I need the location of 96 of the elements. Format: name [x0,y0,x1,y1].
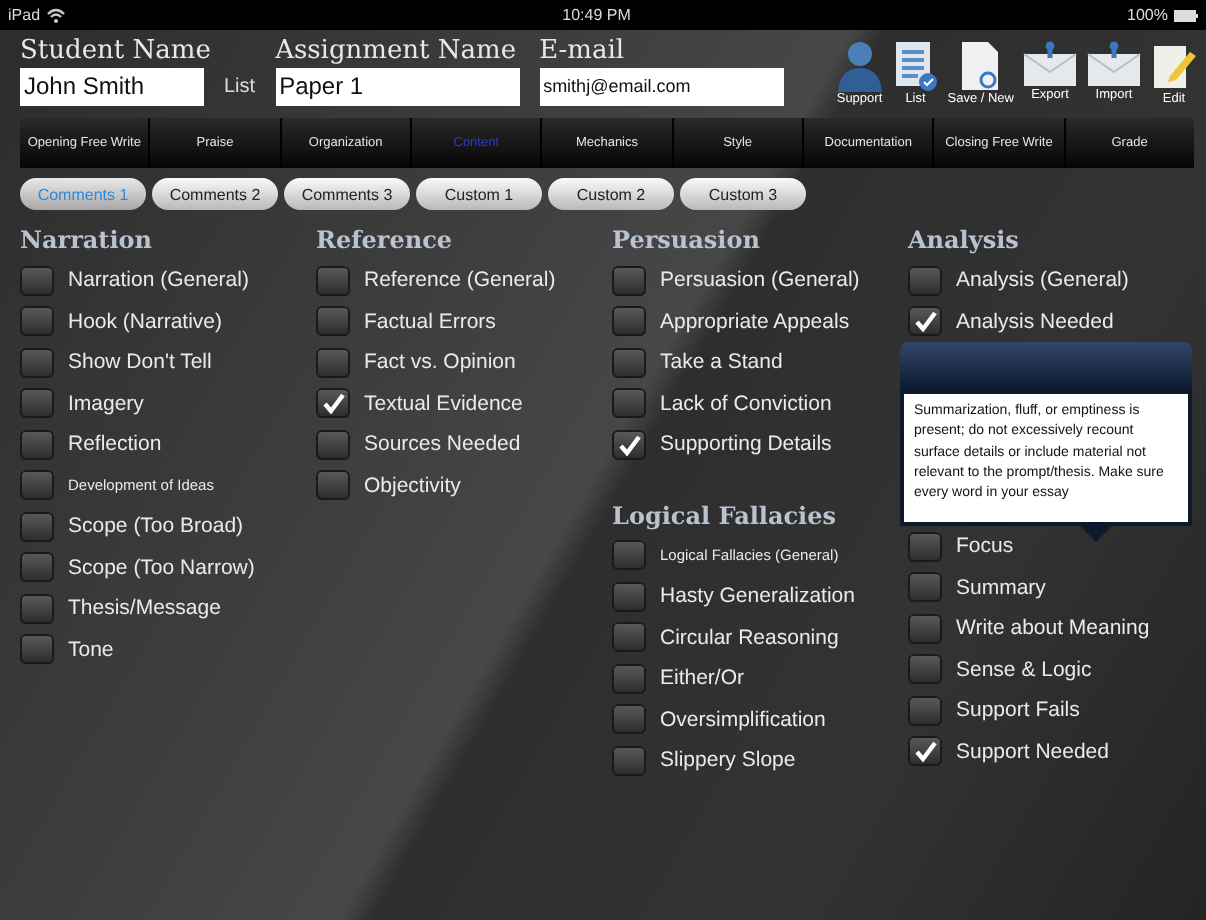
checkbox-label: Factual Errors [364,309,496,334]
checkbox-label: Hook (Narrative) [68,309,223,334]
checkbox-label: Analysis (General) [956,268,1129,293]
checkbox[interactable] [908,695,942,726]
checkbox[interactable] [20,265,54,296]
checkbox[interactable] [20,429,54,460]
checkbox-label: Scope (Too Broad) [68,514,244,539]
checkbox-label: Support Fails [956,698,1080,723]
checkbox-label: Circular Reasoning [660,625,839,650]
checkbox-label: Appropriate Appeals [660,309,850,334]
checkbox-label: Imagery [68,391,144,416]
checkbox[interactable] [612,622,646,653]
checkbox[interactable] [20,388,54,419]
checkbox[interactable] [316,265,350,296]
checkbox-label: Focus [956,534,1014,559]
field-label: E-mail [539,36,627,68]
checkbox[interactable] [316,388,350,419]
checkbox[interactable] [20,470,54,501]
checkbox-label: Supporting Details [660,432,832,457]
comments-tab[interactable]: Custom 3 [680,178,806,210]
checkbox[interactable] [20,593,54,624]
checkbox-label: Slippery Slope [660,748,796,773]
checkbox[interactable] [908,736,942,767]
checkbox-label: Take a Stand [660,350,783,375]
checkbox[interactable] [316,306,350,337]
section-heading: Logical Fallacies [612,499,838,534]
checkbox-label: Thesis/Message [68,596,221,621]
section-heading: Reference [316,224,455,258]
checkbox[interactable] [612,306,646,337]
checkbox-label: Sense & Logic [956,657,1092,682]
checkbox[interactable] [908,531,942,562]
checkbox-label: Tone [68,637,114,662]
checkbox[interactable] [20,552,54,583]
checkbox[interactable] [908,306,942,337]
checkbox[interactable] [908,572,942,603]
checkbox[interactable] [612,581,646,612]
input-field[interactable]: Paper 1 [275,68,520,106]
checkbox-label: Oversimplification [660,707,826,732]
checkbox[interactable] [20,634,54,665]
checkbox[interactable] [316,470,350,501]
checkbox-label: Support Needed [956,739,1109,764]
checkbox[interactable] [612,663,646,694]
field-label: Student Name [20,36,213,68]
checkbox-label: Lack of Conviction [660,391,832,416]
input-field[interactable]: John Smith [20,68,204,106]
checkbox[interactable] [908,265,942,296]
checkbox-label: Reference (General) [364,268,556,293]
tooltip-pointer [1080,526,1112,542]
checkbox[interactable] [612,347,646,378]
list-link[interactable]: List [224,76,256,98]
input-field[interactable]: smithj@email.com [539,68,784,106]
checkbox-label: Hasty Generalization [660,584,855,609]
checkbox[interactable] [612,704,646,735]
field-label: Assignment Name [275,36,519,68]
wifi-icon [46,7,67,23]
checkbox[interactable] [20,511,54,542]
checkbox-label: Sources Needed [364,432,521,457]
checkbox[interactable] [908,613,942,644]
battery-percent: 100% [1127,6,1168,24]
checkbox-label: Narration (General) [68,268,249,293]
comments-tab[interactable]: Comments 3 [284,178,410,210]
checkbox[interactable] [612,388,646,419]
envelope-icon [1022,40,1078,88]
checkbox-label: Objectivity [364,473,461,498]
checkbox[interactable] [316,429,350,460]
checkbox[interactable] [316,347,350,378]
pencil-icon [1150,40,1198,92]
checkbox-label: Either/Or [660,666,745,691]
device-name: iPad [8,6,41,24]
checkbox[interactable] [612,429,646,460]
checkbox-label: Textual Evidence [364,391,523,416]
comments-tab[interactable]: Custom 2 [548,178,674,210]
checkbox-label: Scope (Too Narrow) [68,555,255,580]
checkbox-label: Persuasion (General) [660,268,860,293]
checkbox[interactable] [612,540,646,571]
checkbox[interactable] [20,306,54,337]
person-icon [835,40,884,92]
checkbox-label: Summary [956,575,1046,600]
section-heading: Narration [20,224,154,258]
section-heading: Analysis [908,224,1021,258]
checkbox-label: Analysis Needed [956,309,1114,334]
checkbox-label: Reflection [68,432,162,457]
comments-tab[interactable]: Custom 1 [416,178,542,210]
checkbox-label: Show Don't Tell [68,350,212,375]
clock: 10:49 PM [562,6,631,24]
envelope-icon [1086,40,1142,88]
battery-icon [1173,9,1198,21]
checkbox[interactable] [612,745,646,776]
list-icon [891,40,940,92]
checkbox-label: Fact vs. Opinion [364,350,516,375]
checkbox[interactable] [20,347,54,378]
checkbox-label: Write about Meaning [956,616,1150,641]
checkbox[interactable] [908,654,942,685]
comments-tab[interactable]: Comments 2 [152,178,278,210]
checkbox[interactable] [612,265,646,296]
section-heading: Persuasion [612,224,762,258]
